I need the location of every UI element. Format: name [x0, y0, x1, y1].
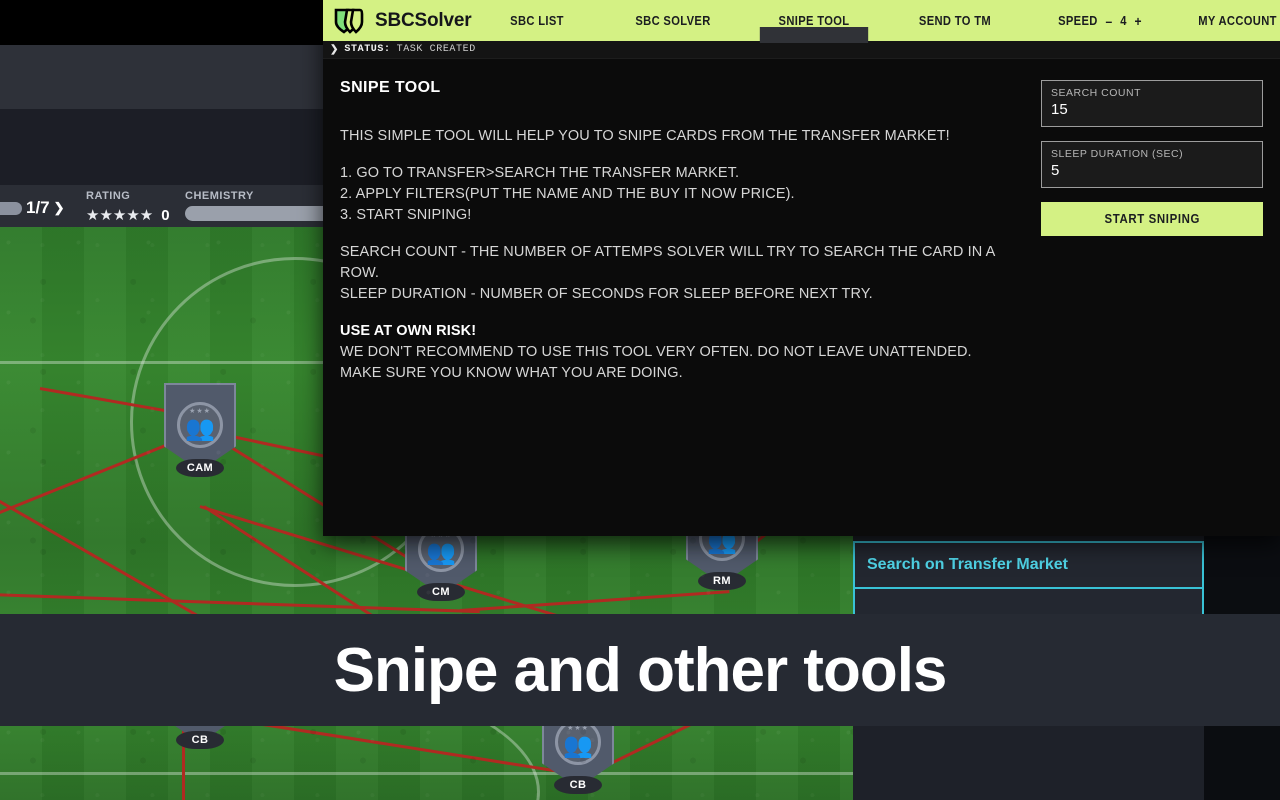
- promo-banner: Snipe and other tools: [0, 614, 1280, 726]
- start-sniping-label: START SNIPING: [1104, 211, 1200, 226]
- chemistry-link: [39, 387, 218, 422]
- search-count-field[interactable]: SEARCH COUNT: [1041, 80, 1263, 127]
- promo-banner-text: Snipe and other tools: [333, 635, 948, 705]
- nav-item-send-to-tm[interactable]: SEND TO TM: [895, 0, 1015, 41]
- pitch-box-line: [0, 772, 860, 775]
- speed-value: 4: [1120, 13, 1128, 28]
- status-bar: ❯ STATUS: TASK CREATED: [323, 41, 1280, 59]
- my-account-label: MY ACCOUNT: [1198, 13, 1278, 28]
- start-sniping-button[interactable]: START SNIPING: [1041, 202, 1263, 236]
- player-position-badge: CB: [554, 776, 602, 794]
- nav-item-sbc-list[interactable]: SBC LIST: [481, 0, 595, 41]
- controls-panel: SEARCH COUNT SLEEP DURATION (SEC) START …: [1041, 79, 1263, 536]
- status-value: TASK CREATED: [396, 44, 476, 55]
- rating-label: RATING: [86, 190, 131, 202]
- people-icon: 👥: [185, 415, 215, 442]
- rating-value: 0: [161, 206, 170, 224]
- chemistry-link: [459, 590, 730, 612]
- people-icon: 👥: [563, 732, 593, 759]
- intro-text: THIS SIMPLE TOOL WILL HELP YOU TO SNIPE …: [340, 128, 950, 144]
- step-2: 2. APPLY FILTERS(PUT THE NAME AND THE BU…: [340, 186, 795, 202]
- step-3: 3. START SNIPING!: [340, 207, 472, 223]
- warning-line-2: MAKE SURE YOU KNOW WHAT YOU ARE DOING.: [340, 365, 683, 381]
- app-screen: 1/7 ❯ RATING ★★★★★ 0 CHEMISTRY ★★★ 👥 CAM…: [0, 0, 1280, 800]
- chemistry-link: [0, 477, 221, 630]
- chevron-down-icon[interactable]: ❯: [54, 200, 65, 216]
- people-icon: 👥: [426, 539, 456, 566]
- nav-item-sbc-solver[interactable]: SBC SOLVER: [613, 0, 733, 41]
- brand-name: SBCSolver: [375, 9, 472, 31]
- definition-search-count: SEARCH COUNT - THE NUMBER OF ATTEMPS SOL…: [340, 244, 995, 281]
- step-1: 1. GO TO TRANSFER>SEARCH THE TRANSFER MA…: [340, 165, 740, 181]
- sleep-duration-label: SLEEP DURATION (SEC): [1051, 148, 1184, 160]
- chemistry-link: [182, 717, 185, 800]
- nav-item-label: SBC SOLVER: [635, 13, 712, 28]
- club-emblem-icon: 👥: [177, 402, 223, 448]
- player-position-badge: RM: [698, 572, 746, 590]
- nav-item-label: SEND TO TM: [919, 13, 992, 28]
- warning-title: USE AT OWN RISK!: [340, 323, 477, 339]
- sleep-duration-input[interactable]: [1051, 162, 1253, 179]
- status-label: STATUS:: [344, 44, 391, 55]
- instructions: SNIPE TOOL THIS SIMPLE TOOL WILL HELP YO…: [340, 79, 1041, 536]
- speed-increase-button[interactable]: +: [1135, 13, 1142, 29]
- sbcsolver-logo-icon: [334, 8, 364, 34]
- speed-label: SPEED: [1058, 13, 1099, 28]
- search-on-transfer-market-title[interactable]: Search on Transfer Market: [855, 541, 1202, 589]
- player-position-badge: CAM: [176, 459, 224, 477]
- squad-counter-label: 1/7: [26, 198, 50, 217]
- nav-items: SBC LIST SBC SOLVER SNIPE TOOL SEND TO T…: [471, 0, 1280, 43]
- rating-stars: ★★★★★ 0: [86, 206, 170, 225]
- chemistry-link: [0, 429, 202, 530]
- chemistry-link: [0, 592, 480, 614]
- steps-list: 1. GO TO TRANSFER>SEARCH THE TRANSFER MA…: [340, 163, 1021, 226]
- player-slot[interactable]: 👥 CAM: [164, 383, 236, 477]
- page-title: SNIPE TOOL: [340, 79, 441, 96]
- nav-item-my-account[interactable]: MY ACCOUNT 33: [1186, 0, 1280, 41]
- brand[interactable]: SBCSolver: [323, 8, 472, 34]
- player-position-badge: CB: [176, 731, 224, 749]
- nav-item-snipe-tool[interactable]: SNIPE TOOL: [753, 0, 875, 43]
- nav-item-label: SNIPE TOOL: [778, 13, 850, 28]
- squad-page-counter[interactable]: 1/7 ❯: [0, 198, 65, 218]
- speed-decrease-button[interactable]: –: [1106, 13, 1113, 29]
- snipe-tool-window: SBCSolver SBC LIST SBC SOLVER SNIPE TOOL…: [323, 0, 1280, 536]
- navbar: SBCSolver SBC LIST SBC SOLVER SNIPE TOOL…: [323, 0, 1280, 43]
- player-position-badge: CM: [417, 583, 465, 601]
- definitions-list: SEARCH COUNT - THE NUMBER OF ATTEMPS SOL…: [340, 242, 1021, 305]
- chevron-right-icon: ❯: [330, 44, 339, 55]
- speed-control: SPEED – 4 +: [1036, 0, 1165, 41]
- definition-sleep-duration: SLEEP DURATION - NUMBER OF SECONDS FOR S…: [340, 286, 873, 302]
- squad-counter-pill: [0, 201, 22, 215]
- sleep-duration-field[interactable]: SLEEP DURATION (SEC): [1041, 141, 1263, 188]
- warning-block: USE AT OWN RISK! WE DON'T RECOMMEND TO U…: [340, 321, 1021, 384]
- warning-line-1: WE DON'T RECOMMEND TO USE THIS TOOL VERY…: [340, 344, 972, 360]
- search-count-input[interactable]: [1051, 101, 1253, 118]
- modal-body: SNIPE TOOL THIS SIMPLE TOOL WILL HELP YO…: [323, 59, 1280, 536]
- nav-item-label: SBC LIST: [510, 13, 565, 28]
- rating-block: RATING ★★★★★ 0: [86, 190, 170, 224]
- player-card-placeholder: 👥: [164, 383, 236, 471]
- search-count-label: SEARCH COUNT: [1051, 87, 1142, 99]
- star-icons: ★★★★★: [86, 207, 154, 224]
